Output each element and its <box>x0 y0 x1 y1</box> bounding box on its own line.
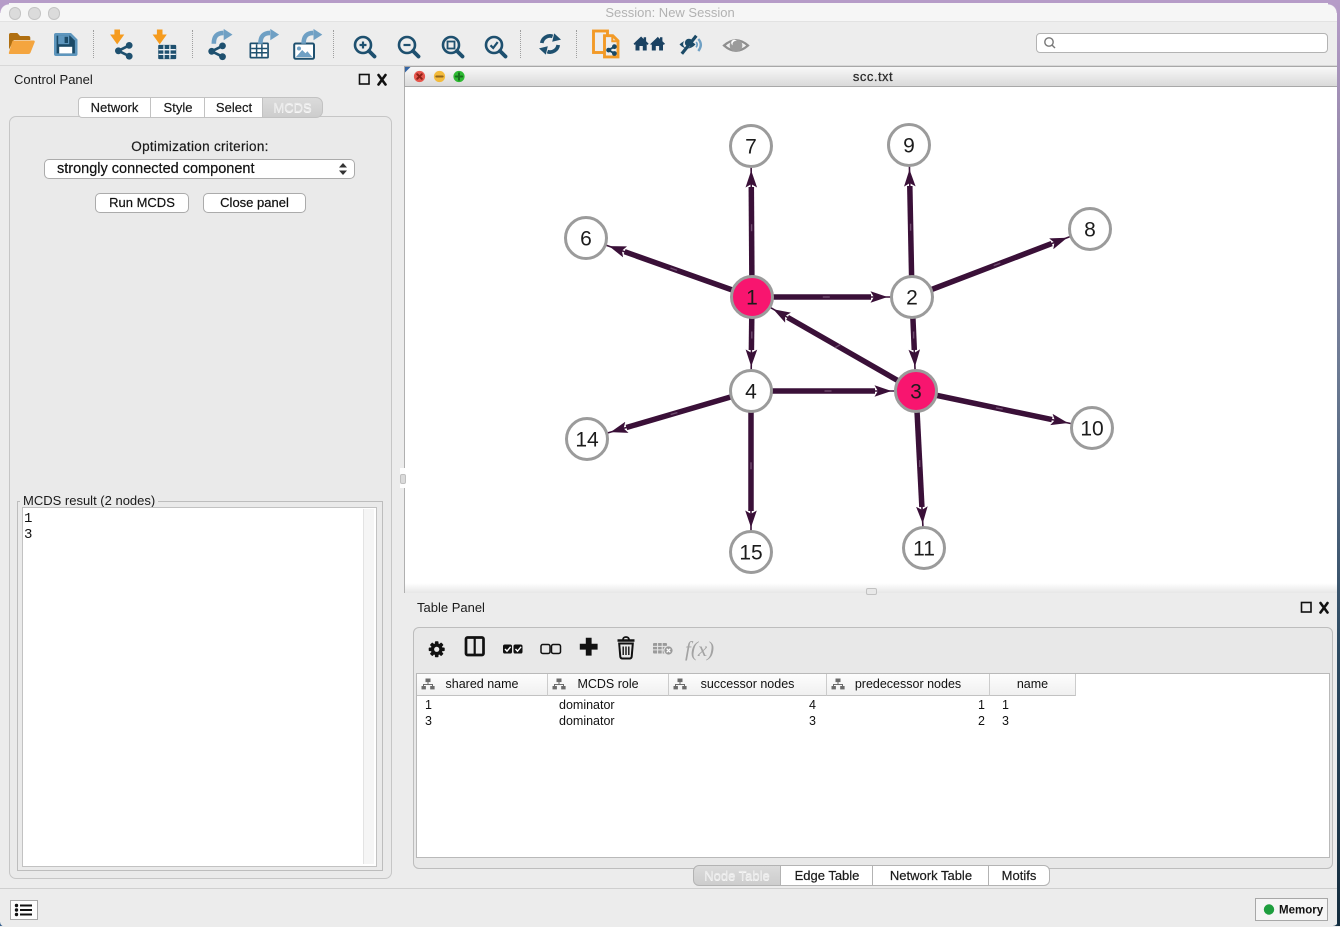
svg-text:2: 2 <box>906 287 918 310</box>
svg-text:9: 9 <box>903 135 915 158</box>
svg-text:Memory: Memory <box>1279 905 1324 917</box>
svg-text:14: 14 <box>575 429 599 452</box>
svg-text:8: 8 <box>1084 219 1096 242</box>
svg-text:3: 3 <box>910 381 922 404</box>
svg-text:4: 4 <box>745 381 757 404</box>
svg-text:15: 15 <box>739 542 762 565</box>
svg-text:1: 1 <box>746 287 758 310</box>
svg-text:11: 11 <box>913 538 935 561</box>
svg-text:7: 7 <box>745 136 757 159</box>
svg-text:10: 10 <box>1080 418 1103 441</box>
svg-text:6: 6 <box>580 228 592 251</box>
svg-text:f(x): f(x) <box>685 637 714 661</box>
